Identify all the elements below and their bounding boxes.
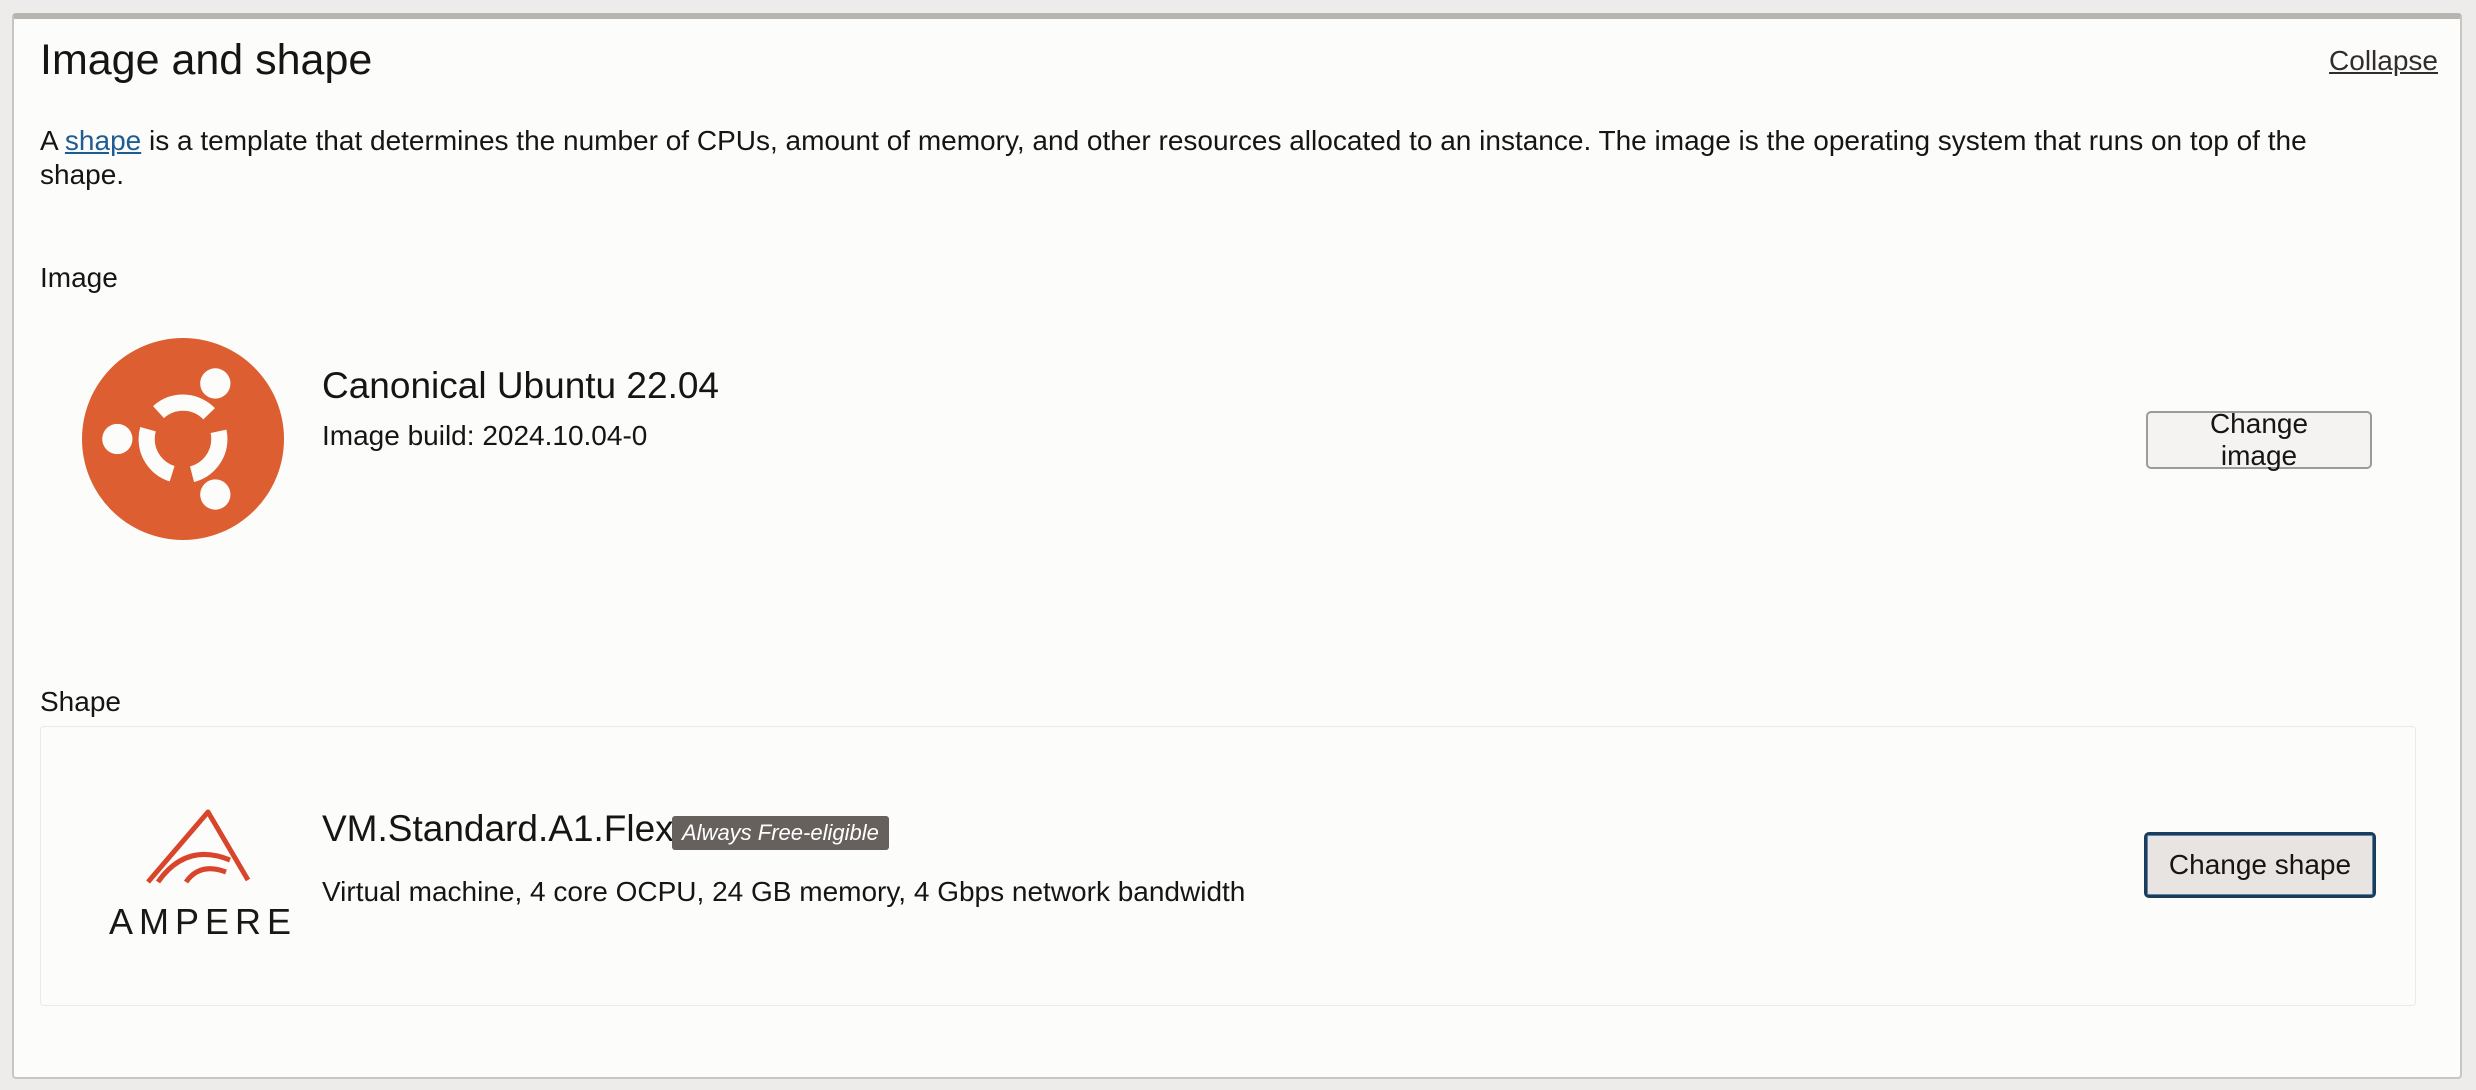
description-suffix: is a template that determines the number… [40,125,2307,190]
image-name: Canonical Ubuntu 22.04 [322,365,720,406]
section-title: Image and shape [40,36,373,84]
free-eligible-badge: Always Free-eligible [672,816,889,850]
collapse-link[interactable]: Collapse [2329,45,2438,77]
change-image-button[interactable]: Change image [2146,408,2372,471]
image-label: Image [40,262,118,293]
ampere-logo-text: AMPERE [109,901,297,940]
ampere-logo-icon: AMPERE [109,809,297,940]
shape-help-link[interactable]: shape [65,125,141,156]
description-prefix: A [40,125,65,156]
section-description: A shape is a template that determines th… [40,124,2380,192]
image-build: Image build: 2024.10.04-0 [322,420,648,451]
shape-details: Virtual machine, 4 core OCPU, 24 GB memo… [322,876,1246,907]
shape-card [40,726,2416,1006]
ubuntu-logo-icon [82,338,284,540]
change-shape-button[interactable]: Change shape [2144,832,2376,898]
shape-label: Shape [40,686,121,717]
shape-name: VM.Standard.A1.Flex [322,808,674,849]
